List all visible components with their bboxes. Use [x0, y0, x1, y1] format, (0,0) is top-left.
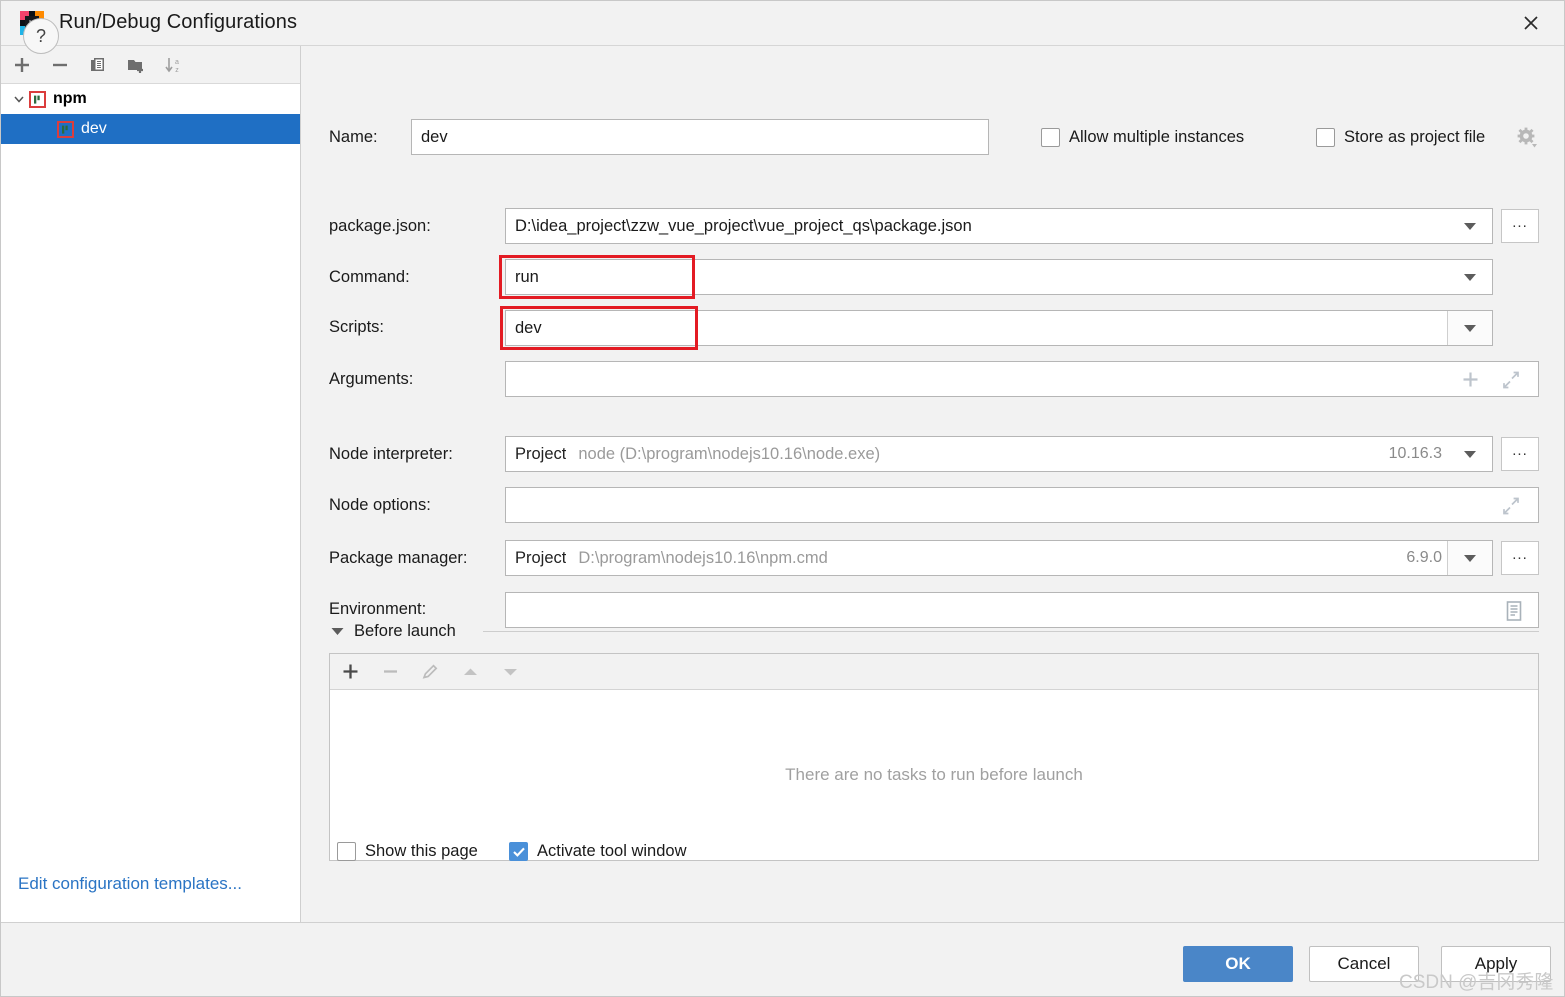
before-launch-empty-message: There are no tasks to run before launch: [785, 765, 1083, 784]
edit-configuration-templates-link[interactable]: Edit configuration templates...: [18, 874, 242, 894]
name-input-value: dev: [421, 127, 448, 146]
move-task-up-button: [450, 655, 490, 689]
title-bar: IJ Run/Debug Configurations: [1, 1, 1564, 46]
command-input[interactable]: run: [505, 259, 1493, 295]
node-interpreter-label: Node interpreter:: [329, 445, 453, 463]
sort-configurations-button[interactable]: a z: [155, 47, 193, 83]
configurations-tree: npm dev: [1, 84, 300, 144]
svg-text:z: z: [175, 67, 179, 74]
before-launch-toolbar: [330, 654, 1538, 690]
question-mark-icon[interactable]: ?: [23, 18, 59, 54]
expand-node-options-icon[interactable]: [1502, 497, 1520, 520]
show-this-page-label: Show this page: [365, 842, 478, 860]
tree-item-npm[interactable]: npm: [1, 84, 300, 114]
apply-button[interactable]: Apply: [1441, 946, 1551, 982]
tree-item-label: dev: [81, 120, 107, 137]
scripts-input[interactable]: dev: [505, 310, 1493, 346]
remove-task-button: [370, 655, 410, 689]
gear-icon[interactable]: [1515, 126, 1539, 155]
package-json-label: package.json:: [329, 217, 431, 235]
package-manager-browse-button[interactable]: ...: [1501, 541, 1539, 575]
allow-multiple-instances-row[interactable]: Allow multiple instances: [1041, 128, 1244, 147]
command-value: run: [515, 267, 539, 286]
configurations-sidebar: a z npm dev Edit configuration templates…: [1, 46, 301, 922]
before-launch-header[interactable]: Before launch: [331, 622, 456, 641]
package-manager-version: 6.9.0: [1406, 549, 1442, 566]
package-json-browse-button[interactable]: ...: [1501, 209, 1539, 243]
node-interpreter-value: node (D:\program\nodejs10.16\node.exe): [578, 444, 881, 463]
chevron-down-icon[interactable]: [9, 92, 29, 106]
before-launch-divider: [483, 631, 1539, 632]
package-json-input[interactable]: D:\idea_project\zzw_vue_project\vue_proj…: [505, 208, 1493, 244]
configuration-form: Name: dev Allow multiple instances Store…: [301, 46, 1564, 922]
move-task-down-button: [490, 655, 530, 689]
npm-icon: [56, 120, 75, 138]
node-options-input[interactable]: [505, 487, 1539, 523]
node-interpreter-version: 10.16.3: [1388, 445, 1442, 462]
tree-item-label: npm: [53, 90, 87, 107]
scripts-value: dev: [515, 318, 542, 337]
node-interpreter-browse-button[interactable]: ...: [1501, 437, 1539, 471]
show-this-page-checkbox[interactable]: [337, 842, 356, 861]
activate-tool-window-row[interactable]: Activate tool window: [509, 842, 687, 861]
command-dropdown-arrow[interactable]: [1448, 260, 1492, 294]
new-folder-button[interactable]: [117, 47, 155, 83]
package-manager-value: D:\program\nodejs10.16\npm.cmd: [578, 548, 828, 567]
package-json-value: D:\idea_project\zzw_vue_project\vue_proj…: [515, 216, 972, 235]
add-task-button[interactable]: [330, 655, 370, 689]
name-input[interactable]: dev: [411, 119, 989, 155]
package-json-dropdown-arrow[interactable]: [1448, 209, 1492, 243]
arguments-label: Arguments:: [329, 370, 414, 388]
close-icon[interactable]: [1504, 5, 1558, 41]
before-launch-title: Before launch: [354, 622, 456, 640]
scripts-label: Scripts:: [329, 318, 385, 336]
package-manager-input[interactable]: Project D:\program\nodejs10.16\npm.cmd 6…: [505, 540, 1493, 576]
cancel-button[interactable]: Cancel: [1309, 946, 1419, 982]
store-as-project-file-label: Store as project file: [1344, 128, 1486, 146]
npm-icon: [28, 90, 47, 108]
command-label: Command:: [329, 268, 410, 286]
allow-multiple-instances-checkbox[interactable]: [1041, 128, 1060, 147]
store-as-project-file-checkbox[interactable]: [1316, 128, 1335, 147]
node-interpreter-prefix: Project: [515, 444, 567, 463]
allow-multiple-instances-label: Allow multiple instances: [1069, 128, 1245, 146]
before-launch-panel: There are no tasks to run before launch: [329, 653, 1539, 861]
edit-task-button: [410, 655, 450, 689]
package-manager-label: Package manager:: [329, 549, 468, 567]
ok-button[interactable]: OK: [1183, 946, 1293, 982]
environment-input[interactable]: [505, 592, 1539, 628]
collapse-triangle-icon[interactable]: [331, 627, 344, 636]
store-as-project-file-row[interactable]: Store as project file: [1316, 128, 1485, 147]
arguments-input[interactable]: [505, 361, 1539, 397]
environment-variables-icon[interactable]: [1504, 600, 1524, 627]
tree-item-dev[interactable]: dev: [1, 114, 300, 144]
node-interpreter-input[interactable]: Project node (D:\program\nodejs10.16\nod…: [505, 436, 1493, 472]
add-argument-icon[interactable]: [1461, 370, 1480, 394]
node-options-label: Node options:: [329, 496, 431, 514]
show-this-page-row[interactable]: Show this page: [337, 842, 478, 861]
scripts-dropdown-arrow[interactable]: [1447, 311, 1492, 345]
name-label: Name:: [329, 128, 378, 146]
node-interpreter-dropdown-arrow[interactable]: [1448, 437, 1492, 471]
activate-tool-window-label: Activate tool window: [537, 842, 687, 860]
run-debug-configurations-dialog: IJ Run/Debug Configurations: [0, 0, 1565, 997]
expand-arguments-icon[interactable]: [1502, 371, 1520, 394]
copy-configuration-button[interactable]: [79, 47, 117, 83]
package-manager-dropdown-arrow[interactable]: [1447, 541, 1492, 575]
dialog-title: Run/Debug Configurations: [59, 11, 298, 33]
svg-text:a: a: [175, 59, 179, 66]
activate-tool-window-checkbox[interactable]: [509, 842, 528, 861]
package-manager-prefix: Project: [515, 548, 567, 567]
environment-label: Environment:: [329, 600, 427, 618]
